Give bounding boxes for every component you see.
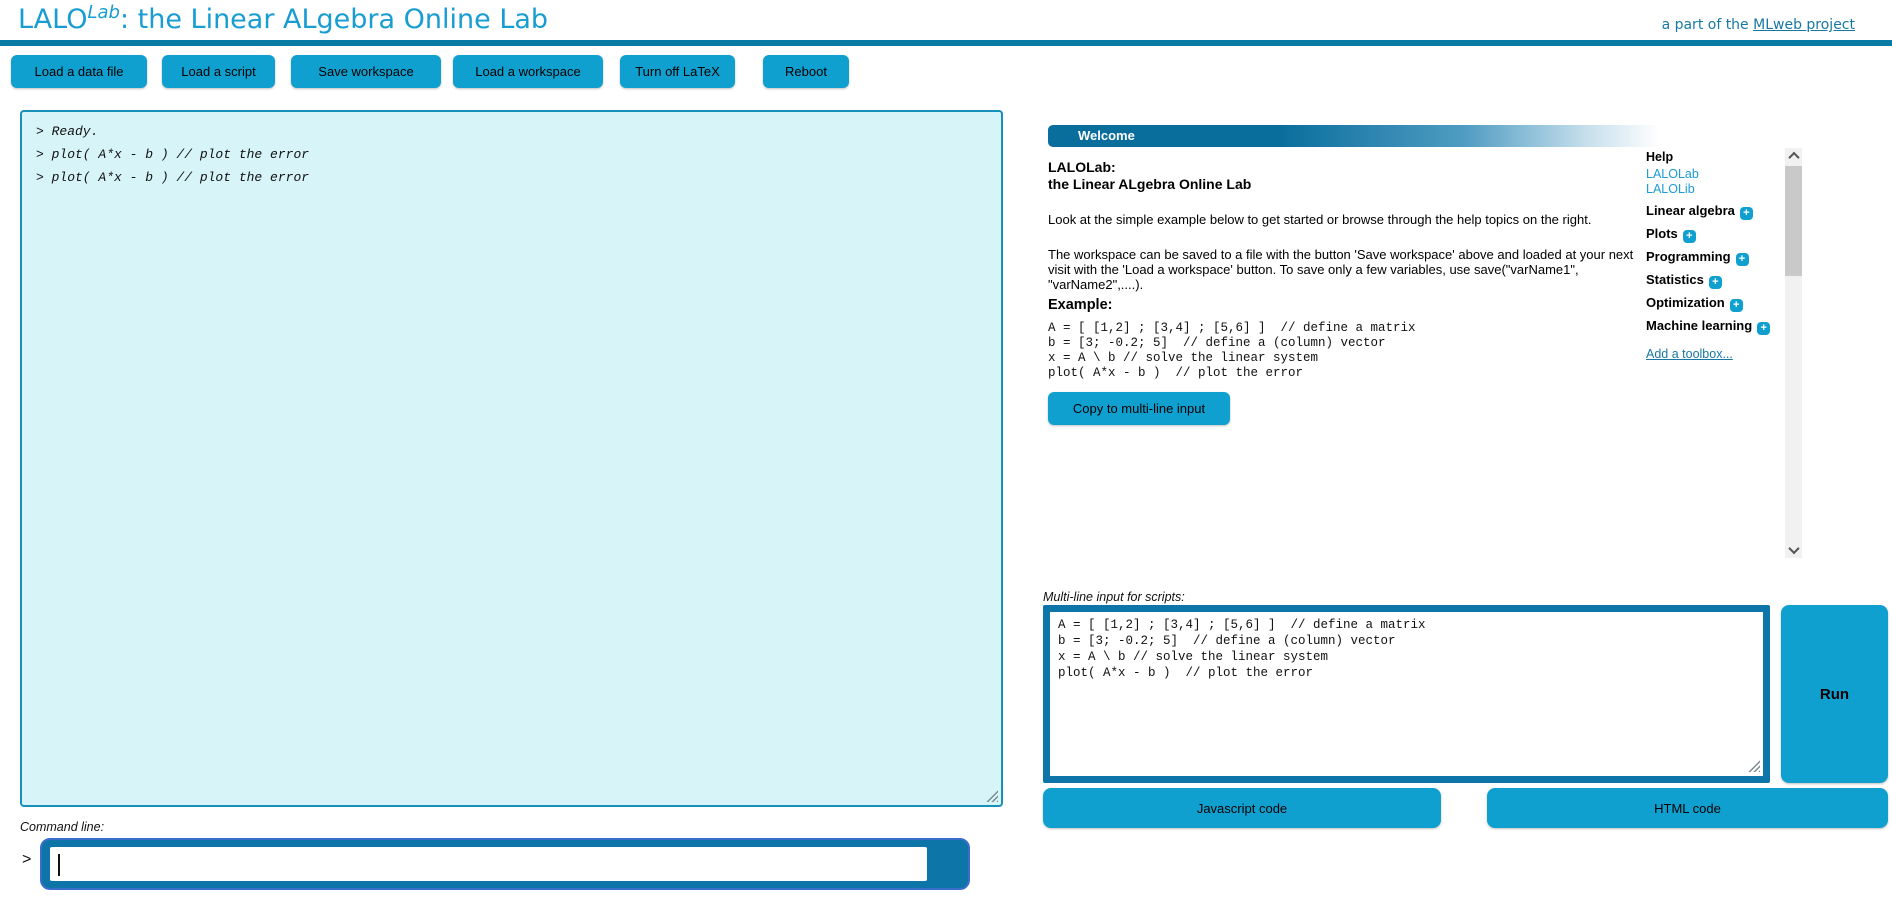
page-title-main: LALO	[18, 4, 88, 35]
multiline-script-textarea[interactable]: A = [ [1,2] ; [3,4] ; [5,6] ] // define …	[1043, 605, 1770, 783]
command-line-label: Command line:	[20, 820, 105, 834]
help-topic-machine-learning[interactable]: Machine learning +	[1646, 318, 1771, 335]
page-title: LALOLab: the Linear ALgebra Online Lab	[18, 2, 548, 35]
help-topic-label: Statistics	[1646, 272, 1704, 287]
expand-plus-icon[interactable]: +	[1757, 322, 1771, 335]
welcome-paragraph-1: Look at the simple example below to get …	[1048, 212, 1592, 227]
header-divider	[0, 40, 1892, 46]
example-code-block: A = [ [1,2] ; [3,4] ; [5,6] ] // define …	[1048, 321, 1416, 380]
script-input-container: A = [ [1,2] ; [3,4] ; [5,6] ] // define …	[1043, 605, 1770, 783]
help-topic-label: Plots	[1646, 226, 1678, 241]
command-input-container	[40, 838, 970, 890]
help-scrollbar[interactable]	[1785, 148, 1802, 558]
welcome-heading-line1: LALOLab:	[1048, 159, 1116, 175]
load-data-file-button[interactable]: Load a data file	[11, 55, 147, 88]
help-topic-label: Linear algebra	[1646, 203, 1735, 218]
text-caret	[58, 854, 60, 876]
example-label: Example:	[1048, 297, 1113, 313]
mlweb-credit: a part of the MLweb project	[1662, 17, 1855, 33]
console-line: > Ready.	[36, 124, 99, 139]
help-topic-label: Optimization	[1646, 295, 1725, 310]
console-line: > plot( A*x - b ) // plot the error	[36, 170, 310, 185]
page-title-rest: : the Linear ALgebra Online Lab	[119, 4, 549, 35]
command-line-input[interactable]	[50, 847, 927, 881]
lalolab-app: LALOLab: the Linear ALgebra Online Lab a…	[0, 0, 1892, 898]
console-output: > Ready. > plot( A*x - b ) // plot the e…	[20, 110, 1003, 807]
welcome-heading-line2: the Linear ALgebra Online Lab	[1048, 175, 1252, 192]
expand-plus-icon[interactable]: +	[1739, 207, 1753, 220]
help-topic-label: Programming	[1646, 249, 1731, 264]
help-topic-optimization[interactable]: Optimization +	[1646, 295, 1743, 312]
expand-plus-icon[interactable]: +	[1729, 299, 1743, 312]
page-title-superscript: Lab	[87, 2, 120, 23]
copy-to-multiline-button[interactable]: Copy to multi-line input	[1048, 392, 1230, 425]
console-resize-handle-icon[interactable]	[986, 790, 998, 802]
mlweb-credit-prefix: a part of the	[1661, 17, 1754, 33]
help-link-lalolab[interactable]: LALOLab	[1646, 167, 1699, 181]
scroll-up-icon[interactable]	[1785, 148, 1802, 164]
welcome-heading: LALOLab: the Linear ALgebra Online Lab	[1048, 159, 1251, 192]
load-workspace-button[interactable]: Load a workspace	[453, 55, 603, 88]
command-prompt: >	[22, 851, 32, 868]
welcome-panel-header: Welcome	[1048, 125, 1660, 147]
expand-plus-icon[interactable]: +	[1708, 276, 1722, 289]
mlweb-project-link[interactable]: MLweb project	[1753, 17, 1855, 33]
help-link-lalolib[interactable]: LALOLib	[1646, 182, 1695, 196]
help-topic-plots[interactable]: Plots +	[1646, 226, 1696, 243]
help-title: Help	[1646, 150, 1674, 164]
reboot-button[interactable]: Reboot	[763, 55, 849, 88]
help-topic-statistics[interactable]: Statistics +	[1646, 272, 1722, 289]
turn-off-latex-button[interactable]: Turn off LaTeX	[620, 55, 735, 88]
expand-plus-icon[interactable]: +	[1682, 230, 1696, 243]
load-script-button[interactable]: Load a script	[162, 55, 275, 88]
scrollbar-thumb[interactable]	[1785, 166, 1802, 276]
multiline-input-label: Multi-line input for scripts:	[1043, 590, 1185, 604]
welcome-paragraph-2: The workspace can be saved to a file wit…	[1048, 247, 1634, 292]
help-topic-programming[interactable]: Programming +	[1646, 249, 1749, 266]
scroll-down-icon[interactable]	[1785, 542, 1802, 558]
console-line: > plot( A*x - b ) // plot the error	[36, 147, 310, 162]
help-topic-label: Machine learning	[1646, 318, 1753, 333]
javascript-code-button[interactable]: Javascript code	[1043, 788, 1441, 828]
html-code-button[interactable]: HTML code	[1487, 788, 1888, 828]
add-toolbox-link[interactable]: Add a toolbox...	[1646, 347, 1733, 361]
help-topic-linear-algebra[interactable]: Linear algebra +	[1646, 203, 1753, 220]
save-workspace-button[interactable]: Save workspace	[291, 55, 441, 88]
expand-plus-icon[interactable]: +	[1735, 253, 1749, 266]
run-button[interactable]: Run	[1781, 605, 1888, 783]
